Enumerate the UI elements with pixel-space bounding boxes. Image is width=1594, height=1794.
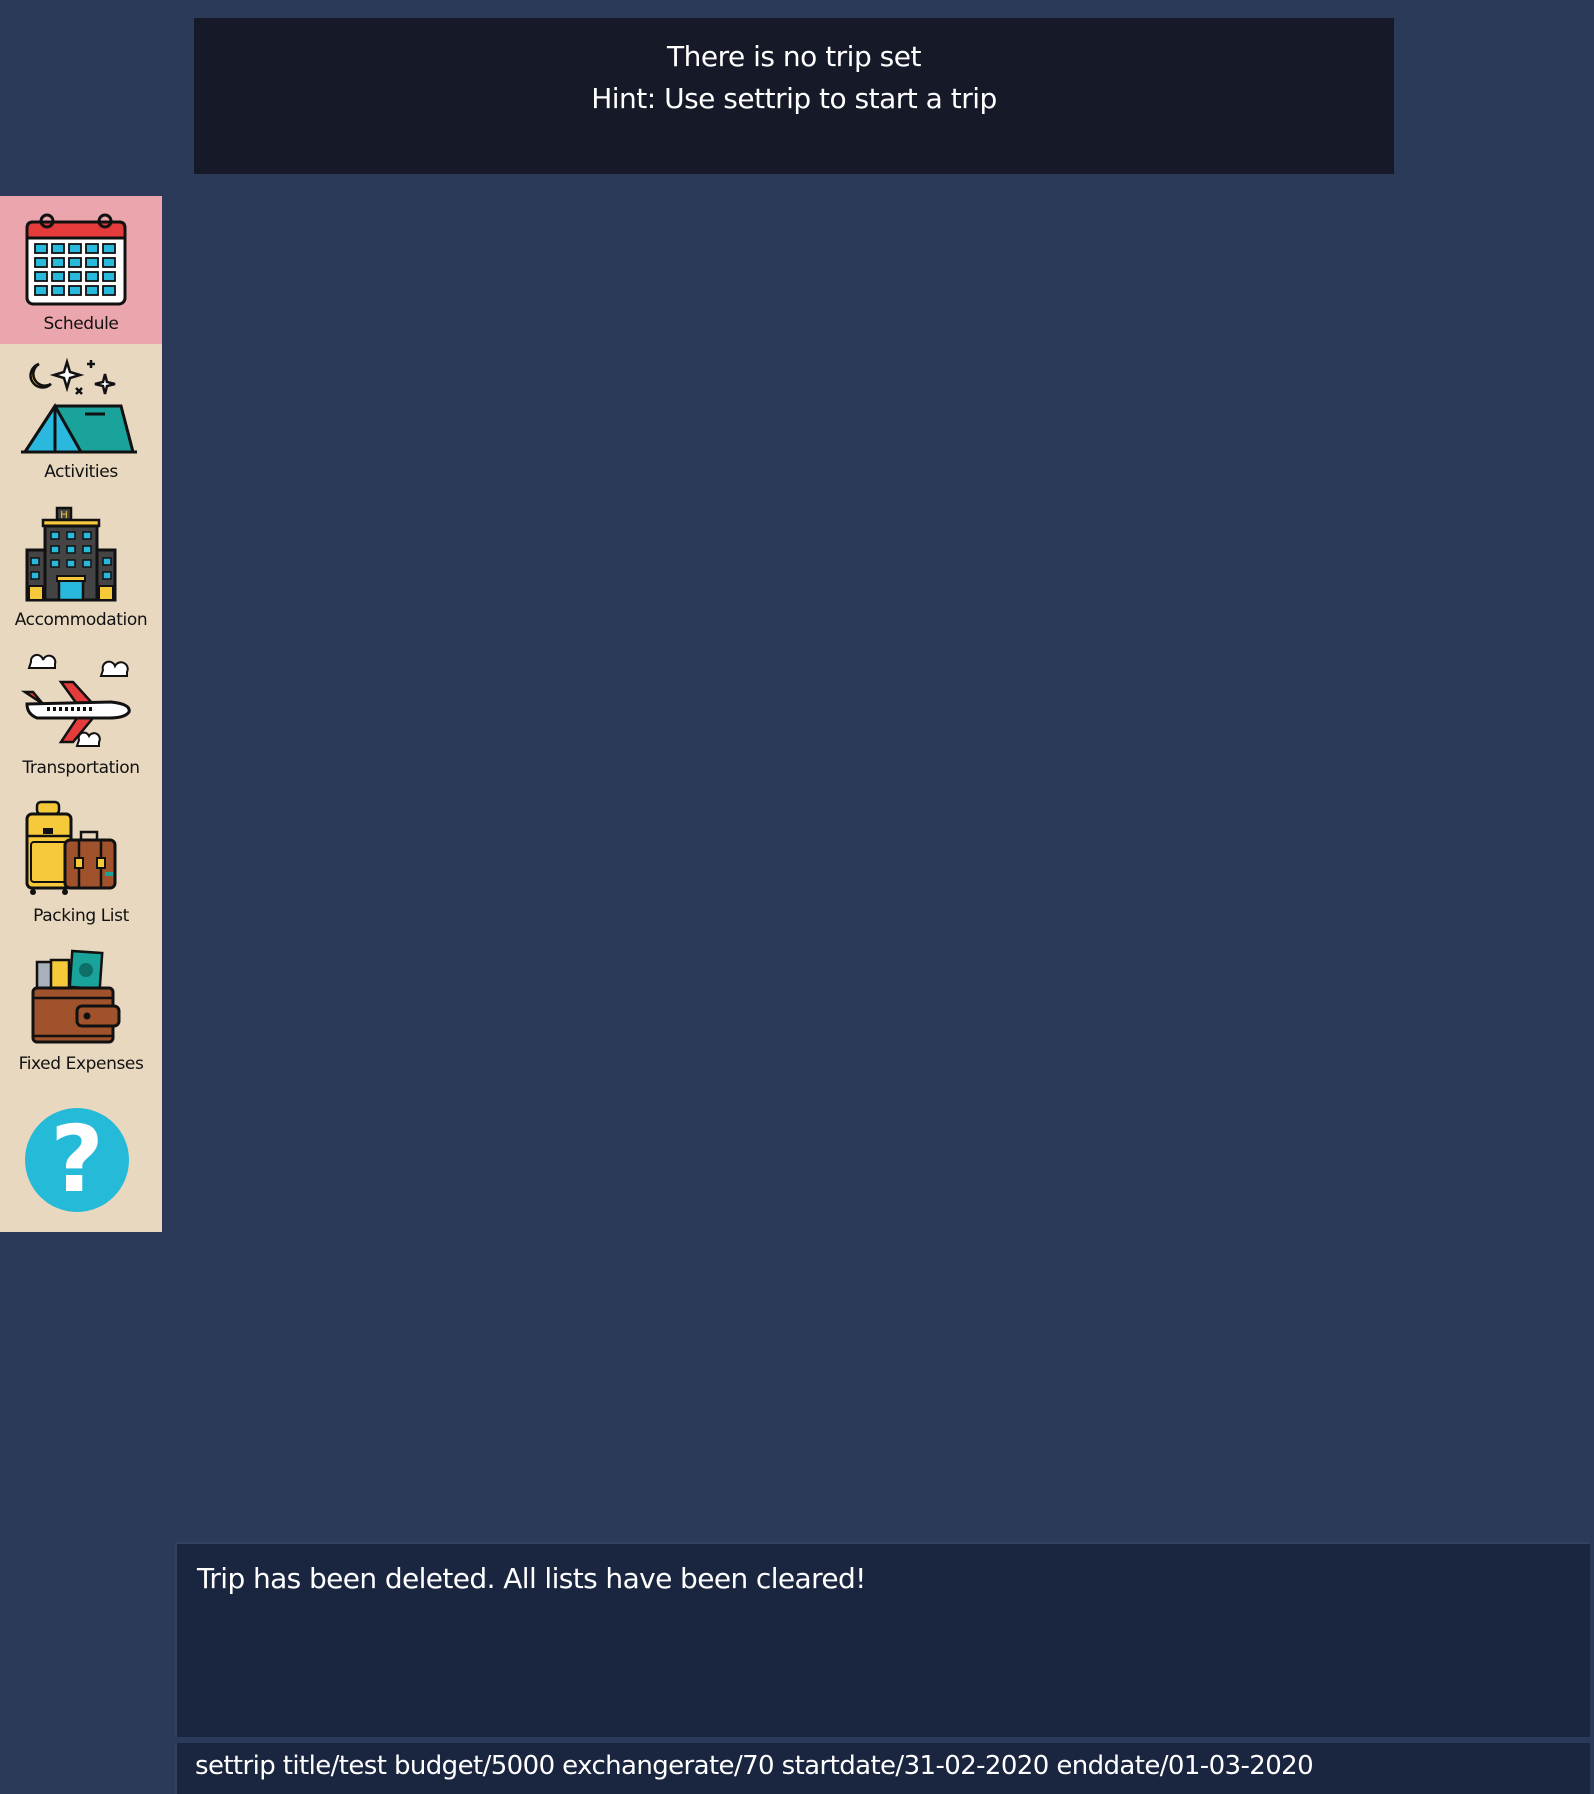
calendar-icon <box>25 213 127 306</box>
luggage-icon <box>25 800 117 895</box>
result-display: Trip has been deleted. All lists have be… <box>175 1542 1590 1737</box>
tent-icon <box>21 357 137 454</box>
sidebar-item-label: Packing List <box>33 906 129 926</box>
sidebar: Schedule Activities H Accommodation Tran… <box>0 196 162 1232</box>
result-text: Trip has been deleted. All lists have be… <box>197 1562 866 1595</box>
trip-hint-text: Hint: Use settrip to start a trip <box>591 82 997 115</box>
wallet-icon <box>31 949 121 1044</box>
hotel-icon: H <box>25 506 117 602</box>
sidebar-item-label: Transportation <box>22 758 140 778</box>
sidebar-item-fixed-expenses[interactable]: Fixed Expenses <box>0 936 162 1084</box>
sidebar-item-label: Accommodation <box>14 610 148 630</box>
command-input[interactable]: settrip title/test budget/5000 exchanger… <box>175 1743 1590 1794</box>
sidebar-item-label: Fixed Expenses <box>18 1054 144 1074</box>
trip-status-text: There is no trip set <box>667 40 921 73</box>
sidebar-item-accommodation[interactable]: H Accommodation <box>0 492 162 640</box>
sidebar-item-label: Activities <box>44 462 118 482</box>
sidebar-item-label: Schedule <box>43 314 119 334</box>
question-mark-icon: ? <box>50 1106 104 1213</box>
airplane-icon <box>21 653 131 747</box>
sidebar-item-activities[interactable]: Activities <box>0 344 162 492</box>
sidebar-item-packing-list[interactable]: Packing List <box>0 788 162 936</box>
trip-status-banner: There is no trip set Hint: Use settrip t… <box>194 18 1394 174</box>
sidebar-item-transportation[interactable]: Transportation <box>0 640 162 788</box>
help-button[interactable]: ? <box>25 1108 129 1212</box>
sidebar-item-schedule[interactable]: Schedule <box>0 196 162 344</box>
